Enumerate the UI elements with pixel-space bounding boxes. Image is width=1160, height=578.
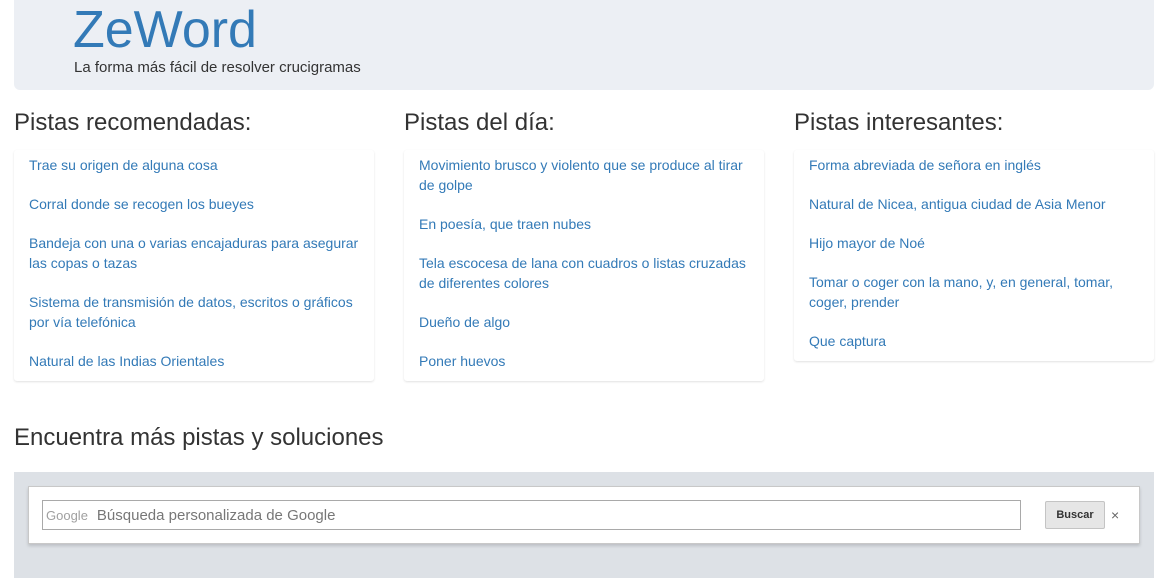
close-icon[interactable]: × [1111, 505, 1119, 525]
column-title: Pistas interesantes: [794, 109, 1004, 136]
clue-link[interactable]: Tomar o coger con la mano, y, en general… [809, 272, 1139, 312]
header-banner: ZeWord La forma más fácil de resolver cr… [14, 0, 1154, 90]
clue-list: Movimiento brusco y violento que se prod… [404, 150, 764, 381]
column-title: Pistas del día: [404, 109, 555, 136]
search-button[interactable]: Buscar [1045, 501, 1105, 529]
search-box: Google Búsqueda personalizada de Google … [28, 486, 1140, 544]
clue-link[interactable]: Hijo mayor de Noé [809, 233, 1139, 253]
search-input[interactable]: Google Búsqueda personalizada de Google [42, 500, 1021, 530]
clue-link[interactable]: Dueño de algo [419, 312, 749, 332]
clue-link[interactable]: En poesía, que traen nubes [419, 214, 749, 234]
column-interesantes: Pistas interesantes: Forma abreviada de … [794, 108, 1154, 361]
clue-link[interactable]: Bandeja con una o varias encajaduras par… [29, 233, 359, 273]
clue-link[interactable]: Sistema de transmisión de datos, escrito… [29, 292, 359, 332]
clue-link[interactable]: Movimiento brusco y violento que se prod… [419, 155, 749, 195]
search-placeholder: Búsqueda personalizada de Google [96, 506, 336, 524]
site-logo[interactable]: ZeWord [73, 2, 257, 58]
clue-link[interactable]: Trae su origen de alguna cosa [29, 155, 359, 175]
clue-link[interactable]: Poner huevos [419, 351, 749, 377]
clue-list: Trae su origen de alguna cosa Corral don… [14, 150, 374, 381]
column-title: Pistas recomendadas: [14, 109, 252, 136]
clue-link[interactable]: Tela escocesa de lana con cuadros o list… [419, 253, 749, 293]
column-recomendadas: Pistas recomendadas: Trae su origen de a… [14, 108, 374, 381]
section-title: Encuentra más pistas y soluciones [14, 424, 384, 451]
clue-link[interactable]: Forma abreviada de señora en inglés [809, 155, 1139, 175]
clue-link[interactable]: Natural de Nicea, antigua ciudad de Asia… [809, 194, 1139, 214]
column-del-dia: Pistas del día: Movimiento brusco y viol… [404, 108, 764, 381]
google-watermark: Google [46, 507, 88, 523]
clue-list: Forma abreviada de señora en inglés Natu… [794, 150, 1154, 361]
clue-link[interactable]: Natural de las Indias Orientales [29, 351, 359, 377]
search-section: Google Búsqueda personalizada de Google … [14, 472, 1154, 578]
site-tagline: La forma más fácil de resolver crucigram… [74, 59, 361, 76]
clue-link[interactable]: Corral donde se recogen los bueyes [29, 194, 359, 214]
clue-link[interactable]: Que captura [809, 331, 1139, 357]
